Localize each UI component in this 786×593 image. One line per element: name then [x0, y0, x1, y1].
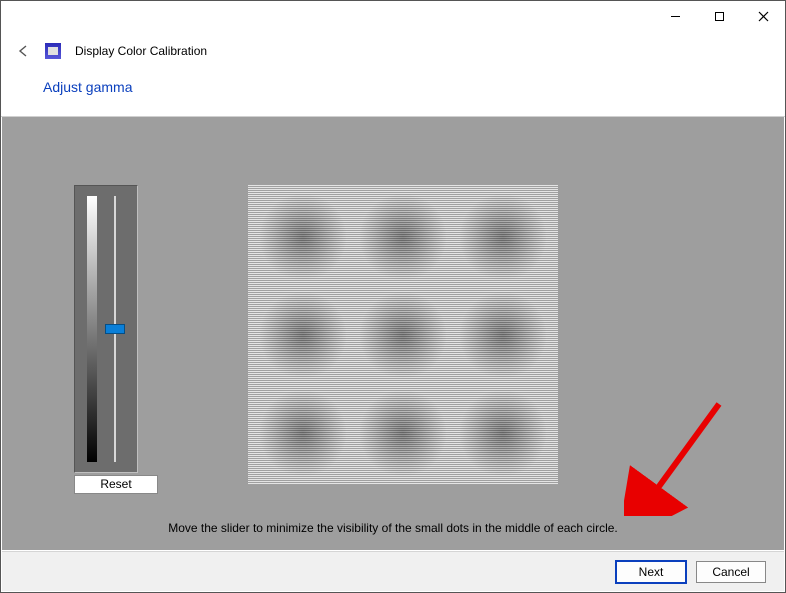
minimize-button[interactable] [653, 2, 697, 30]
gradient-strip [87, 196, 97, 462]
annotation-arrow-icon [624, 396, 734, 516]
page-title: Adjust gamma [1, 59, 785, 95]
instruction-text: Move the slider to minimize the visibili… [2, 521, 784, 535]
reset-button[interactable]: Reset [74, 475, 158, 494]
gamma-slider-panel [74, 185, 138, 473]
back-button[interactable] [15, 43, 31, 59]
slider-thumb[interactable] [105, 324, 125, 334]
gamma-calibration-image [248, 185, 558, 485]
next-button[interactable]: Next [616, 561, 686, 583]
close-button[interactable] [741, 2, 785, 30]
window-titlebar [1, 1, 785, 31]
main-panel: Reset [2, 117, 784, 550]
cancel-button[interactable]: Cancel [696, 561, 766, 583]
maximize-button[interactable] [697, 2, 741, 30]
app-icon [45, 43, 61, 59]
app-title: Display Color Calibration [75, 44, 207, 58]
gamma-slider[interactable] [105, 196, 125, 462]
header: Display Color Calibration Adjust gamma [1, 33, 785, 117]
footer: Next Cancel [2, 551, 784, 591]
